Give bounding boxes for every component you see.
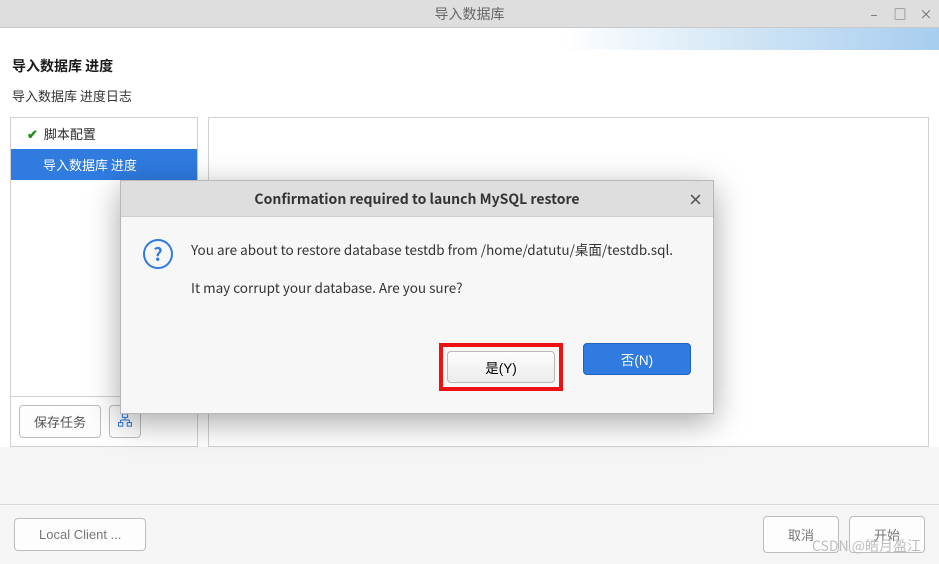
window-titlebar: 导入数据库 – □ × [0,0,939,28]
confirmation-dialog: Confirmation required to launch MySQL re… [120,180,714,414]
dialog-body: ? You are about to restore database test… [121,217,713,325]
dialog-close-button[interactable]: × [688,189,703,210]
no-button[interactable]: 否(N) [583,343,691,375]
dialog-actions: 是(Y) 否(N) [121,325,713,413]
window-minimize-button[interactable]: – [867,4,881,23]
sidebar-item-label: 脚本配置 [44,124,96,143]
page-subheader: 导入数据库 进度日志 [0,86,939,117]
start-button[interactable]: 开始 [849,516,925,553]
page-title: 导入数据库 进度 [12,56,113,76]
dialog-message-line1: You are about to restore database testdb… [191,239,673,259]
tree-icon [118,415,132,430]
window-title: 导入数据库 [435,4,505,24]
window-close-button[interactable]: × [919,4,933,23]
page-header: 导入数据库 进度 [0,50,939,86]
dialog-title: Confirmation required to launch MySQL re… [254,189,579,209]
question-icon: ? [143,239,173,269]
header-gradient [0,28,939,50]
sidebar-item-label: 导入数据库 进度 [43,155,137,174]
local-client-button[interactable]: Local Client ... [14,518,146,551]
subheader-text: 导入数据库 进度日志 [12,86,132,105]
sidebar-item-script-config[interactable]: ✔ 脚本配置 [11,118,197,149]
window-maximize-button[interactable]: □ [893,4,907,23]
window-controls: – □ × [867,0,933,27]
dialog-titlebar: Confirmation required to launch MySQL re… [121,181,713,217]
footer-bar: Local Client ... 取消 开始 [0,504,939,564]
cancel-button[interactable]: 取消 [763,516,839,553]
dialog-message-line2: It may corrupt your database. Are you su… [191,277,673,297]
yes-button[interactable]: 是(Y) [447,351,555,383]
yes-button-highlight: 是(Y) [439,343,563,391]
dialog-text: You are about to restore database testdb… [191,239,673,315]
sidebar-item-import-progress[interactable]: 导入数据库 进度 [11,149,197,180]
check-icon: ✔ [27,124,38,143]
save-task-button[interactable]: 保存任务 [19,405,101,438]
